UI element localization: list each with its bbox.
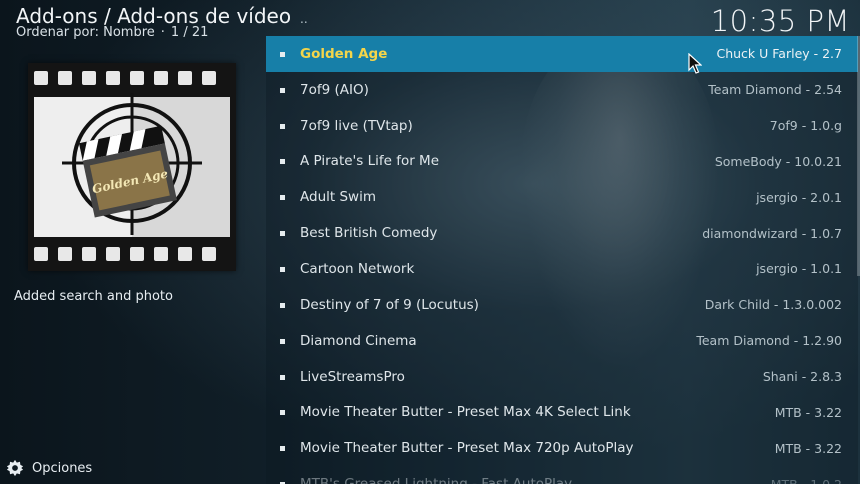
list-item-label: Cartoon Network <box>300 260 415 277</box>
bullet-icon <box>280 231 285 237</box>
list-item-info: MTB - 3.22 <box>774 440 842 456</box>
bullet-icon <box>280 159 285 165</box>
bullet-icon <box>280 87 285 93</box>
list-item[interactable]: A Pirate's Life for Me SomeBody - 10.0.21 <box>266 144 858 180</box>
list-item-label: Movie Theater Butter - Preset Max 4K Sel… <box>300 404 631 421</box>
list-item[interactable]: Diamond Cinema Team Diamond - 1.2.90 <box>266 323 858 359</box>
list-item[interactable]: Golden Age Chuck U Farley - 2.7 <box>266 36 858 72</box>
list-item-label: LiveStreamsPro <box>300 368 405 385</box>
addon-list: Golden Age Chuck U Farley - 2.7 7of9 (AIO)… <box>266 36 858 484</box>
list-item-label: MTB's Greased Lightning - Fast AutoPlay <box>300 476 572 484</box>
list-item-info: Team Diamond - 2.54 <box>708 82 842 98</box>
list-item-label: Diamond Cinema <box>300 332 417 349</box>
list-item-label: Movie Theater Butter - Preset Max 720p A… <box>300 440 634 457</box>
bullet-icon <box>280 374 285 380</box>
bullet-icon <box>280 123 285 129</box>
list-item-info: 7of9 - 1.0.g <box>769 118 842 134</box>
addon-thumbnail: Golden Age <box>28 63 236 271</box>
options-label: Opciones <box>32 460 93 476</box>
separator-dot: · <box>160 25 165 40</box>
list-item-info: Shani - 2.8.3 <box>762 369 842 385</box>
list-item-label: Adult Swim <box>300 189 376 206</box>
list-item[interactable]: Best British Comedy diamondwizard - 1.0.7 <box>266 215 858 251</box>
list-item-info: jsergio - 2.0.1 <box>756 189 842 205</box>
sort-label: Ordenar por: Nombre <box>16 25 155 40</box>
list-item-info: Chuck U Farley - 2.7 <box>716 46 842 62</box>
bullet-icon <box>280 338 285 344</box>
bullet-icon <box>280 51 285 57</box>
list-item-label: 7of9 live (TVtap) <box>300 117 413 134</box>
list-item-info: Dark Child - 1.3.0.002 <box>704 297 842 313</box>
parent-directory-item[interactable]: .. <box>300 12 308 26</box>
list-item[interactable]: Adult Swim jsergio - 2.0.1 <box>266 179 858 215</box>
list-item-info: Team Diamond - 1.2.90 <box>696 333 842 349</box>
bullet-icon <box>280 195 285 201</box>
gear-icon <box>6 459 24 477</box>
list-item-label: Destiny of 7 of 9 (Locutus) <box>300 296 479 313</box>
bullet-icon <box>280 266 285 272</box>
list-item-label: Best British Comedy <box>300 225 438 242</box>
list-item-info: jsergio - 1.0.1 <box>756 261 842 277</box>
list-item[interactable]: Movie Theater Butter - Preset Max 4K Sel… <box>266 394 858 430</box>
film-frame-logo: Golden Age <box>28 63 236 271</box>
bullet-icon <box>280 446 285 452</box>
list-item-info: MTB - 1.0.2 <box>771 477 842 484</box>
list-item[interactable]: LiveStreamsPro Shani - 2.8.3 <box>266 359 858 395</box>
list-item-label: A Pirate's Life for Me <box>300 153 440 170</box>
sort-info: Ordenar por: Nombre · 1 / 21 <box>16 25 208 40</box>
item-position: 1 / 21 <box>170 25 209 40</box>
list-item[interactable]: MTB's Greased Lightning - Fast AutoPlay M… <box>266 466 858 484</box>
list-item-info: SomeBody - 10.0.21 <box>714 153 842 169</box>
list-item-label: 7of9 (AIO) <box>300 81 369 98</box>
list-item[interactable]: Movie Theater Butter - Preset Max 720p A… <box>266 430 858 466</box>
mouse-pointer-icon <box>688 53 702 74</box>
clock: 10:35 PM <box>710 4 850 38</box>
list-item-label: Golden Age <box>300 45 388 62</box>
list-item-info: MTB - 3.22 <box>774 404 842 420</box>
list-item[interactable]: Cartoon Network jsergio - 1.0.1 <box>266 251 858 287</box>
addon-description: Added search and photo <box>14 289 173 304</box>
list-item[interactable]: 7of9 (AIO) Team Diamond - 2.54 <box>266 72 858 108</box>
list-item-info: diamondwizard - 1.0.7 <box>702 225 842 241</box>
options-button[interactable]: Opciones <box>6 458 92 478</box>
list-item[interactable]: 7of9 live (TVtap) 7of9 - 1.0.g <box>266 108 858 144</box>
list-item[interactable]: Destiny of 7 of 9 (Locutus) Dark Child - … <box>266 287 858 323</box>
bullet-icon <box>280 410 285 416</box>
bullet-icon <box>280 302 285 308</box>
